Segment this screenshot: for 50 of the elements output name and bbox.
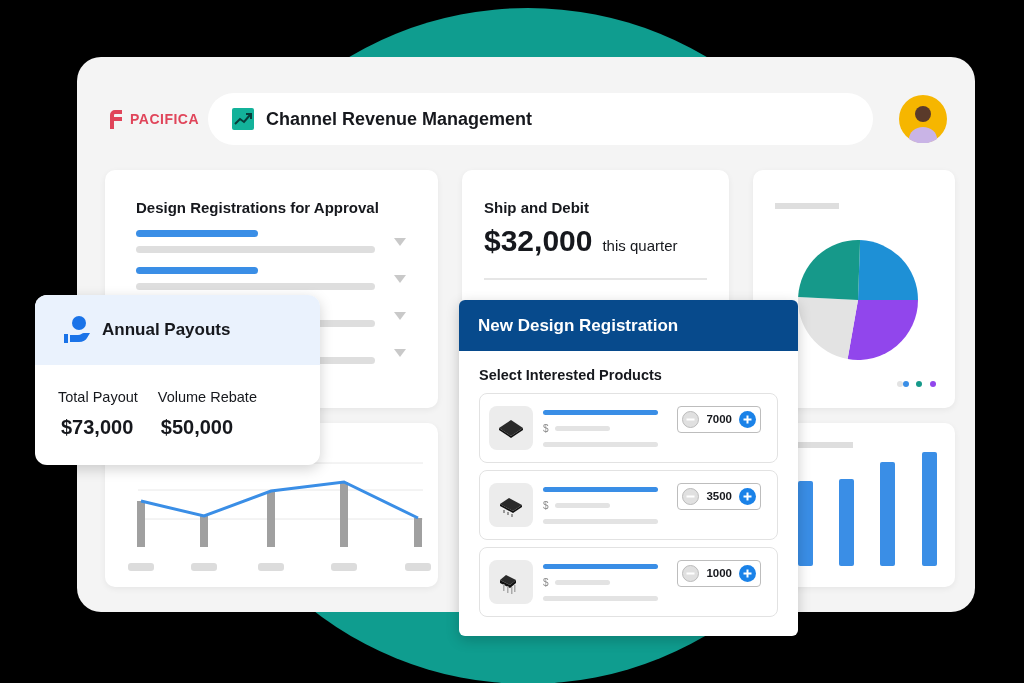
chip-icon (489, 406, 533, 450)
caret-icon (394, 348, 406, 357)
hand-coin-icon (62, 315, 92, 345)
card-title: Design Registrations for Approval (136, 199, 380, 216)
legend-dot (930, 381, 936, 387)
section-title: Select Interested Products (479, 367, 663, 383)
quantity-stepper[interactable]: 7000 (677, 405, 761, 433)
product-card[interactable]: $ 7000 (479, 393, 778, 463)
chart-bar (137, 501, 145, 547)
plus-icon (739, 564, 756, 582)
logo-icon (108, 109, 122, 129)
metric-label: Total Payout (58, 389, 138, 405)
plus-icon (739, 487, 756, 505)
card-title: Annual Payouts (102, 320, 231, 340)
chip-icon (489, 483, 533, 527)
caret-icon (394, 237, 406, 246)
metric-value: $50,000 (159, 416, 235, 439)
avatar (899, 95, 947, 143)
chart-bar (414, 518, 422, 547)
pie-slice (847, 300, 918, 360)
product-card[interactable]: $ 3500 (479, 470, 778, 540)
price-symbol: $ (543, 499, 549, 511)
chart-bar (267, 491, 275, 547)
minus-icon (682, 410, 700, 428)
card-title: Ship and Debit (484, 199, 590, 216)
amount: $32,000 (484, 224, 593, 258)
quantity-stepper[interactable]: 1000 (677, 559, 761, 587)
period-label: this quarter (602, 237, 678, 254)
price-symbol: $ (543, 422, 549, 434)
caret-icon (394, 274, 406, 283)
minus-icon (682, 564, 700, 582)
metric-value: $73,000 (60, 416, 135, 439)
chart-bar (200, 516, 208, 547)
quantity-stepper[interactable]: 3500 (677, 482, 761, 510)
minus-icon (682, 487, 700, 505)
chart-bar (340, 482, 348, 547)
plus-icon (739, 410, 756, 428)
chart-icon (232, 108, 254, 130)
chip-icon (489, 560, 533, 604)
caret-icon (394, 311, 406, 320)
dialog-title: New Design Registration (478, 315, 679, 336)
pie-slice (798, 240, 861, 300)
brand-name: PACIFICA (130, 111, 200, 127)
app-title: Channel Revenue Management (266, 108, 533, 130)
pie-slice (798, 296, 858, 360)
price-symbol: $ (543, 576, 549, 588)
pie-slice (858, 240, 918, 300)
product-card[interactable]: $ 1000 (479, 547, 778, 617)
metric-label: Volume Rebate (157, 389, 257, 405)
legend-dot (916, 381, 922, 387)
